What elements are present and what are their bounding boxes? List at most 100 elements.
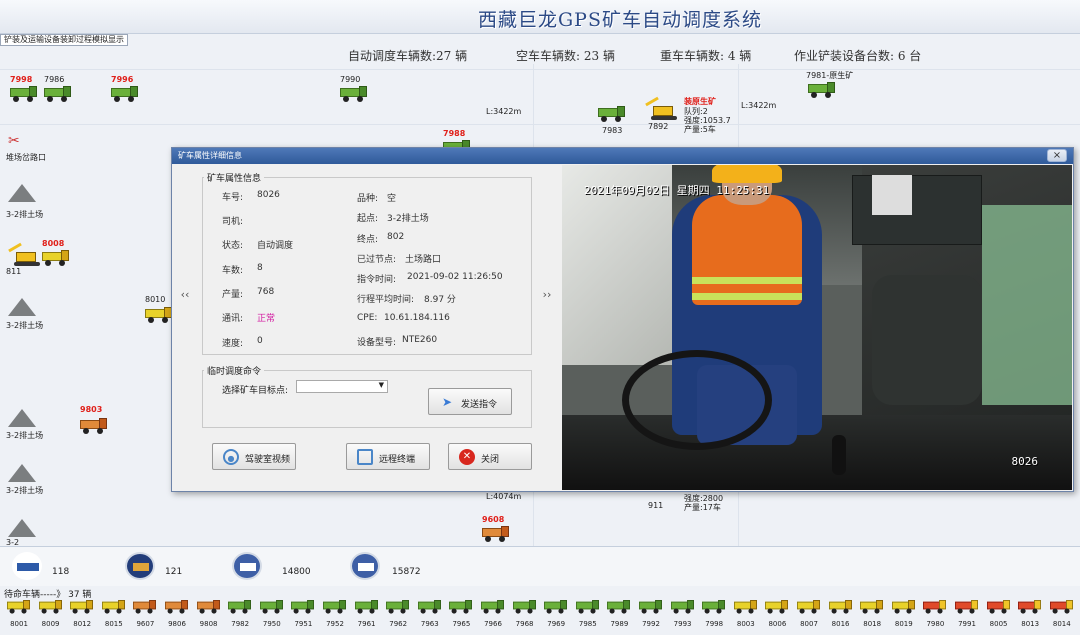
queue-truck[interactable]: 7951 — [288, 598, 318, 635]
queue-truck[interactable]: 8009 — [36, 598, 66, 635]
truck-label: 7988 — [443, 129, 466, 138]
queue-truck[interactable]: 8005 — [984, 598, 1014, 635]
queue-truck[interactable]: 8014 — [1047, 598, 1077, 635]
chevron-down-icon: ▼ — [378, 381, 384, 389]
command-legend: 临时调度命令 — [204, 364, 265, 377]
queue-truck[interactable]: 7985 — [573, 598, 603, 635]
queue-truck-id: 7985 — [578, 620, 597, 628]
cab-video-feed[interactable]: 2021年09月02日 星期四 11:25:31 8026 — [562, 165, 1072, 490]
truck-icon[interactable] — [44, 86, 72, 102]
dump-site-label: 3-2排土场 — [6, 486, 44, 495]
truck-icon — [259, 600, 284, 614]
crossroad-icon: ✂ — [8, 133, 20, 149]
queue-truck[interactable]: 8012 — [67, 598, 97, 635]
queue-truck[interactable]: 7950 — [257, 598, 287, 635]
queue-truck-id: 8019 — [894, 620, 913, 628]
truck-icon[interactable] — [10, 86, 38, 102]
queue-truck[interactable]: 8006 — [762, 598, 792, 635]
truck-icon[interactable] — [111, 86, 139, 102]
queue-truck[interactable]: 7992 — [636, 598, 666, 635]
queue-truck[interactable]: 7989 — [604, 598, 634, 635]
queue-truck-id: 7998 — [705, 620, 724, 628]
queue-truck[interactable]: 7993 — [668, 598, 698, 635]
queue-truck[interactable]: 7965 — [446, 598, 476, 635]
queue-truck[interactable]: 8016 — [826, 598, 856, 635]
queue-truck[interactable]: 7963 — [415, 598, 445, 635]
queue-truck-id: 8007 — [800, 620, 818, 628]
truck-icon — [386, 600, 410, 614]
cab-video-button[interactable]: ● 驾驶室视频 — [212, 443, 296, 470]
truck-icon[interactable] — [145, 307, 173, 323]
queue-truck[interactable]: 7998 — [699, 598, 729, 635]
queue-truck[interactable]: 9607 — [130, 598, 160, 635]
monitor-icon — [357, 449, 373, 465]
loader-count: 作业铲装设备台数: 6 台 — [794, 49, 922, 63]
output-value: 768 — [257, 287, 275, 297]
queue-truck-id: 8013 — [1021, 620, 1040, 628]
queue-truck-id: 7992 — [642, 620, 660, 628]
queue-truck[interactable]: 7991 — [952, 598, 982, 635]
close-button[interactable]: ✕ 关闭 — [448, 443, 532, 470]
video-vest-stripe — [692, 293, 802, 300]
truck-icon[interactable] — [482, 526, 510, 542]
queue-truck[interactable]: 8019 — [889, 598, 919, 635]
dialog-title-bar[interactable]: 矿车属性详细信息 × — [172, 148, 1073, 164]
send-command-button[interactable]: ➤ 发送指令 — [428, 388, 512, 415]
queue-truck[interactable]: 7961 — [352, 598, 382, 635]
target-select[interactable]: ▼ — [296, 380, 388, 393]
queue-truck[interactable]: 7966 — [478, 598, 508, 635]
distance-label: L:3422m — [741, 101, 777, 110]
truck-icon[interactable] — [80, 418, 108, 434]
queue-truck[interactable]: 8007 — [794, 598, 824, 635]
queue-truck[interactable]: 8001 — [4, 598, 34, 635]
close-icon: ✕ — [459, 449, 475, 465]
queue-truck-id: 7982 — [231, 620, 250, 628]
queue-truck[interactable]: 8015 — [99, 598, 129, 635]
next-arrow-button[interactable]: ›› — [538, 288, 556, 301]
field-key: 产量: — [222, 290, 244, 300]
queue-truck[interactable]: 7980 — [920, 598, 950, 635]
queue-truck[interactable]: 8018 — [857, 598, 887, 635]
truck-label: 8008 — [42, 239, 65, 248]
field-key: 设备型号: — [357, 338, 397, 348]
queue-truck[interactable]: 7982 — [225, 598, 255, 635]
queue-truck[interactable]: 8013 — [1015, 598, 1045, 635]
excavator-icon[interactable] — [8, 242, 42, 266]
queue-truck[interactable]: 7968 — [510, 598, 540, 635]
truck-icon[interactable] — [340, 86, 368, 102]
video-steering-wheel — [622, 350, 772, 450]
queue-truck[interactable]: 7952 — [320, 598, 350, 635]
queue-truck[interactable]: 9806 — [162, 598, 192, 635]
excavator-icon[interactable] — [645, 96, 679, 120]
queue-truck[interactable]: 9808 — [194, 598, 224, 635]
truck-id-value: 8026 — [257, 190, 280, 200]
prev-arrow-button[interactable]: ‹‹ — [176, 288, 194, 301]
dialog-close-button[interactable]: × — [1047, 149, 1067, 162]
queue-truck-id: 8015 — [104, 620, 123, 628]
truck-icon — [449, 600, 473, 614]
remote-terminal-label: 远程终端 — [379, 455, 416, 465]
mine-output: 产量:5车 — [684, 125, 716, 134]
queue-truck[interactable]: 7969 — [541, 598, 571, 635]
queue-truck-id: 7989 — [610, 620, 629, 628]
summary-bar: 118 121 14800 15872 — [0, 546, 1080, 586]
truck-icon[interactable] — [808, 82, 836, 98]
truck-icon[interactable] — [598, 106, 626, 122]
queue-truck[interactable]: 7962 — [383, 598, 413, 635]
video-green-panel — [982, 205, 1072, 405]
dump-site-icon — [8, 296, 36, 316]
truck-icon — [165, 600, 189, 614]
queue-truck-id: 7951 — [294, 620, 313, 628]
truck-icon — [923, 600, 947, 614]
simulation-label: 铲装及运输设备装卸过程模拟显示 — [0, 34, 128, 46]
truck-icon — [70, 600, 94, 614]
queue-truck[interactable]: 8003 — [731, 598, 761, 635]
remote-terminal-button[interactable]: 远程终端 — [346, 443, 430, 470]
truck-icon[interactable] — [42, 250, 70, 266]
field-key: 终点: — [357, 235, 379, 245]
send-command-label: 发送指令 — [461, 400, 498, 410]
truck-label: 7892 — [648, 122, 669, 131]
truck-label: 7986 — [44, 75, 65, 84]
truck-icon — [350, 552, 380, 580]
cpe-value: 10.61.184.116 — [384, 313, 450, 323]
